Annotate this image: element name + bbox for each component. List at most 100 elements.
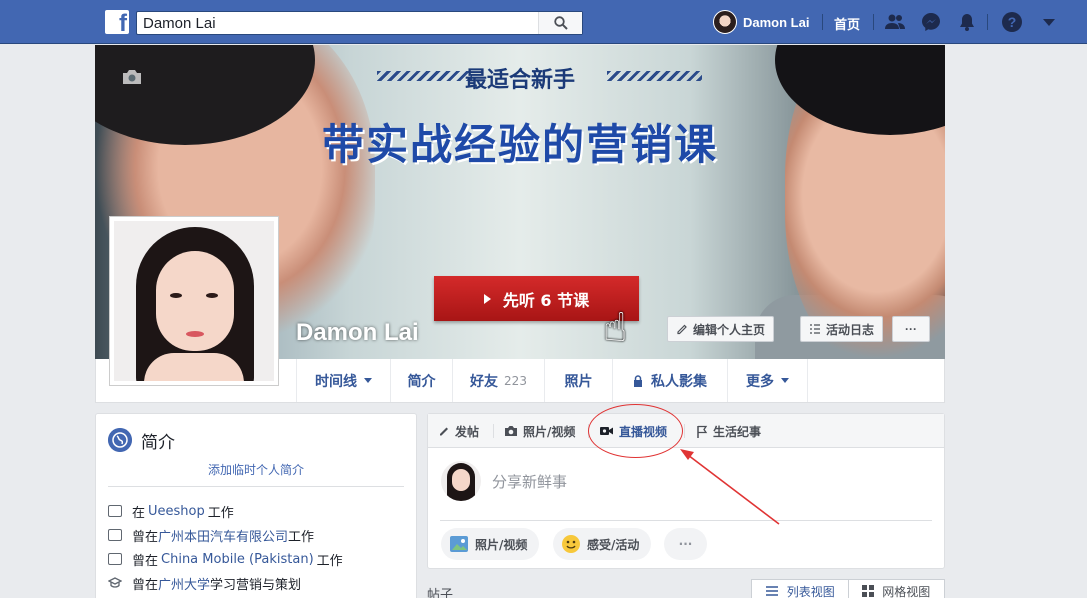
tab-label: 简介 xyxy=(407,373,436,390)
pencil-icon xyxy=(677,324,687,335)
more-options-label: ··· xyxy=(905,322,917,336)
composer-input[interactable]: 分享新鲜事 xyxy=(492,471,567,492)
tab-photos[interactable]: 照片 xyxy=(545,359,613,402)
divider xyxy=(684,424,685,438)
composer-tabs: 发帖 照片/视频 直播视频 生活纪事 xyxy=(428,414,944,448)
profile-picture[interactable] xyxy=(109,216,279,386)
avatar-face xyxy=(452,469,470,491)
list-icon xyxy=(810,324,820,334)
facebook-logo-icon[interactable]: f xyxy=(105,10,129,34)
grid-view-button[interactable]: 网格视图 xyxy=(849,580,945,598)
grid-icon xyxy=(862,585,875,597)
top-navigation-bar: f Damon Lai 首页 ? xyxy=(0,0,1087,44)
tab-timeline[interactable]: 时间线 xyxy=(296,359,391,402)
annotation-arrow-icon xyxy=(680,449,780,525)
activity-log-button[interactable]: 活动日志 xyxy=(800,316,884,342)
search-box xyxy=(136,11,583,35)
composer-tab-label: 生活纪事 xyxy=(713,424,762,439)
camera-icon xyxy=(505,426,517,436)
profile-name[interactable]: Damon Lai xyxy=(296,319,419,347)
chevron-down-icon xyxy=(364,378,372,383)
tab-label: 照片 xyxy=(564,373,593,390)
profile-photo-body xyxy=(144,353,244,381)
search-icon xyxy=(554,16,568,30)
lock-icon xyxy=(634,374,642,387)
nav-divider xyxy=(822,14,823,30)
friend-requests-icon[interactable] xyxy=(884,11,906,33)
intro-row-work: 在 Ueeshop 工作 xyxy=(108,502,234,521)
intro-title: 简介 xyxy=(141,433,175,453)
intro-row-education: 曾在 广州大学 学习营销与策划 xyxy=(108,574,302,593)
pill-label: ··· xyxy=(678,537,693,551)
nav-user-name: Damon Lai xyxy=(743,14,810,30)
notifications-bell-icon[interactable] xyxy=(956,11,978,33)
intro-row-prefix: 曾在 xyxy=(132,577,159,593)
update-cover-camera-icon[interactable] xyxy=(121,69,143,85)
intro-card: 简介 添加临时个人简介 在 Ueeshop 工作 曾在 广州本田汽车有限公司 工… xyxy=(95,413,417,598)
intro-row-work: 曾在 广州本田汽车有限公司 工作 xyxy=(108,526,315,545)
divider xyxy=(108,486,404,487)
pencil-icon xyxy=(440,427,448,436)
nav-profile-link[interactable]: Damon Lai xyxy=(713,10,809,34)
tab-private-albums[interactable]: 私人影集 xyxy=(613,359,728,402)
play-icon xyxy=(483,293,491,304)
profile-photo-lips xyxy=(186,331,204,337)
profile-photo-eye xyxy=(170,293,182,298)
graduation-cap-icon xyxy=(108,577,122,588)
list-icon xyxy=(765,586,778,596)
list-view-button[interactable]: 列表视图 xyxy=(752,580,849,598)
friends-count: 223 xyxy=(504,373,527,388)
pill-label: 照片/视频 xyxy=(475,537,528,552)
edit-profile-label: 编辑个人主页 xyxy=(693,322,766,337)
feeling-activity-button[interactable]: 感受/活动 xyxy=(553,528,652,560)
intro-row-suffix: 工作 xyxy=(316,553,343,569)
intro-row-suffix: 学习营销与策划 xyxy=(210,577,302,593)
composer-tab-photo-video[interactable]: 照片/视频 xyxy=(504,423,575,439)
view-toggle: 列表视图 网格视图 xyxy=(751,579,945,598)
tab-label: 好友 xyxy=(470,373,499,390)
more-options-button[interactable]: ··· xyxy=(892,316,930,342)
tab-label: 时间线 xyxy=(315,373,357,390)
profile-photo xyxy=(114,221,274,381)
tab-about[interactable]: 简介 xyxy=(391,359,453,402)
photo-video-button[interactable]: 照片/视频 xyxy=(441,528,540,560)
account-menu-chevron-down-icon[interactable] xyxy=(1038,11,1060,33)
intro-row-link[interactable]: 广州本田汽车有限公司 xyxy=(158,526,288,545)
nav-divider xyxy=(873,14,874,30)
intro-row-link[interactable]: 广州大学 xyxy=(158,574,210,593)
briefcase-icon xyxy=(108,529,122,541)
pointer-hand-icon: ☝ xyxy=(603,306,628,350)
briefcase-icon xyxy=(108,553,122,565)
avatar[interactable] xyxy=(441,461,481,501)
intro-row-work: 曾在 China Mobile (Pakistan) 工作 xyxy=(108,550,343,569)
intro-row-prefix: 在 xyxy=(132,505,146,521)
composer-more-button[interactable]: ··· xyxy=(664,528,707,560)
composer-tab-post[interactable]: 发帖 xyxy=(438,423,479,439)
svg-text:?: ? xyxy=(1008,14,1017,30)
help-icon[interactable]: ? xyxy=(1001,11,1023,33)
intro-row-suffix: 工作 xyxy=(288,529,315,545)
smiley-icon xyxy=(562,535,580,553)
divider xyxy=(493,424,494,438)
profile-photo-eye xyxy=(206,293,218,298)
intro-row-prefix: 曾在 xyxy=(132,553,159,569)
nav-divider xyxy=(987,14,988,30)
add-bio-link[interactable]: 添加临时个人简介 xyxy=(96,461,416,478)
tab-more[interactable]: 更多 xyxy=(728,359,808,402)
tab-label: 私人影集 xyxy=(651,373,707,390)
intro-row-link[interactable]: Ueeshop xyxy=(148,504,205,519)
intro-row-link[interactable]: China Mobile (Pakistan) xyxy=(161,552,314,567)
composer-tab-life-event[interactable]: 生活纪事 xyxy=(696,423,761,439)
activity-log-label: 活动日志 xyxy=(826,322,875,337)
edit-profile-button[interactable]: 编辑个人主页 xyxy=(667,316,775,342)
photo-icon xyxy=(450,536,468,552)
pill-label: 感受/活动 xyxy=(587,537,640,552)
nav-home-link[interactable]: 首页 xyxy=(834,14,860,33)
search-input[interactable] xyxy=(143,14,533,32)
chevron-down-icon xyxy=(781,378,789,383)
tab-label: 更多 xyxy=(746,373,774,390)
messenger-icon[interactable] xyxy=(920,11,942,33)
list-view-label: 列表视图 xyxy=(786,584,835,598)
search-button[interactable] xyxy=(538,12,582,34)
tab-friends[interactable]: 好友 223 xyxy=(453,359,545,402)
